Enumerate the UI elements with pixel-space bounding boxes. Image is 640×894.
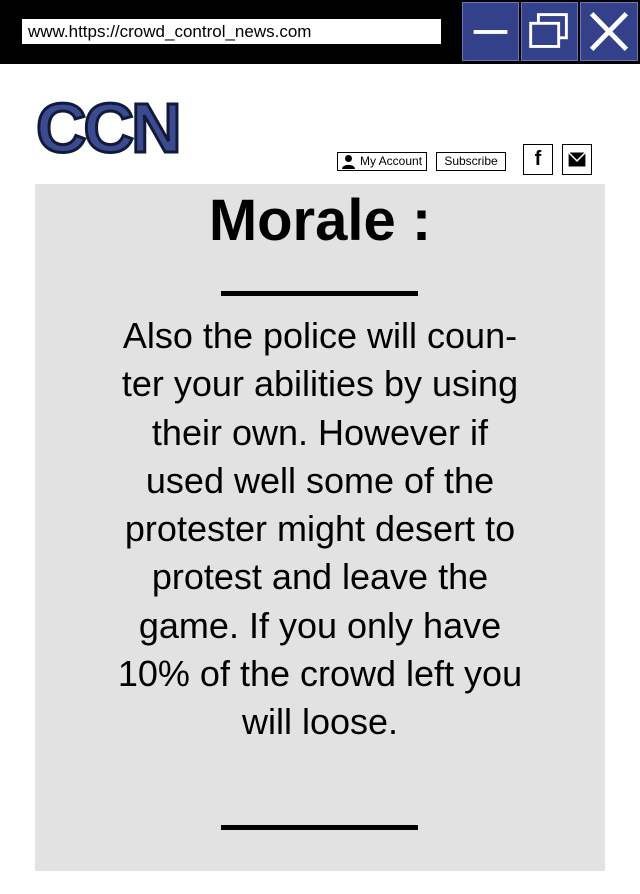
article-line: ter your abilities by using: [121, 363, 519, 405]
address-bar[interactable]: www.https://crowd_control_news.com: [21, 18, 442, 45]
minimize-button[interactable]: [462, 2, 519, 61]
site-logo[interactable]: CCN: [35, 88, 184, 169]
article-line: protest and leave the: [151, 556, 489, 598]
article-line: protester might desert to: [124, 508, 516, 550]
mail-button[interactable]: [562, 144, 592, 175]
close-icon: [589, 11, 629, 52]
article-panel: Morale : Also the police will coun- ter …: [35, 184, 605, 871]
close-button[interactable]: [580, 2, 638, 61]
restore-button[interactable]: [521, 2, 578, 61]
headline-divider: [221, 291, 418, 296]
subscribe-label: Subscribe: [444, 154, 498, 168]
footer-divider: [221, 825, 418, 830]
minimize-icon: [473, 30, 508, 34]
article-line: used well some of the: [145, 459, 495, 501]
article-line: will loose.: [241, 701, 399, 743]
article-line: their own. However if: [151, 411, 489, 453]
subscribe-button[interactable]: Subscribe: [436, 152, 506, 171]
facebook-icon: f: [534, 148, 542, 170]
article-body: Also the police will coun- ter your abil…: [35, 312, 605, 747]
facebook-button[interactable]: f: [523, 144, 553, 175]
my-account-label: My Account: [360, 154, 423, 168]
article-line: 10% of the crowd left you: [117, 653, 523, 695]
article-line: game. If you only have: [138, 604, 502, 646]
my-account-button[interactable]: My Account: [337, 152, 427, 171]
article-line: Also the police will coun-: [122, 315, 518, 356]
user-icon: [342, 155, 355, 169]
browser-titlebar: www.https://crowd_control_news.com: [0, 0, 640, 64]
restore-icon: [529, 13, 568, 48]
article-headline: Morale :: [208, 188, 432, 253]
mail-icon: [568, 151, 586, 167]
